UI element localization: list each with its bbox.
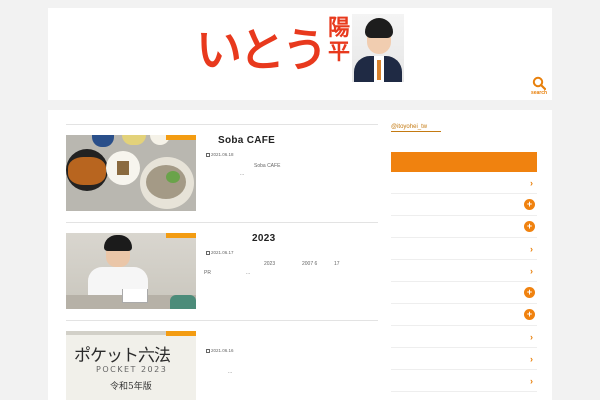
sidebar-menu-item[interactable]: › <box>391 238 537 260</box>
book-edition: 令和5年版 <box>110 382 152 392</box>
twitter-link[interactable]: @itoyohei_tw <box>391 124 441 132</box>
site-header: いとう 陽平 search <box>48 8 552 100</box>
sidebar-menu-item[interactable]: + <box>391 216 537 238</box>
expand-plus-icon[interactable]: + <box>524 309 535 320</box>
chevron-right-icon: › <box>530 266 533 276</box>
expand-plus-icon[interactable]: + <box>524 199 535 210</box>
post-excerpt-a: 2023 <box>264 261 276 267</box>
post-card[interactable]: Soba CAFE 2021.06.18 Soba CAFE ... <box>66 124 378 222</box>
chevron-right-icon: › <box>530 244 533 254</box>
book-subtitle: POCKET 2023 <box>96 365 168 374</box>
post-excerpt-more: ... <box>228 369 233 375</box>
category-tag <box>166 331 196 336</box>
search-button[interactable]: search <box>526 74 552 102</box>
post-title[interactable]: 2023 <box>252 233 275 244</box>
category-tag <box>166 233 196 238</box>
book-title: ポケット六法 <box>74 346 171 366</box>
post-excerpt: Soba CAFE <box>254 163 281 169</box>
expand-plus-icon[interactable]: + <box>524 287 535 298</box>
post-excerpt-more: ... <box>246 270 251 276</box>
post-excerpt-b: 2007 6 <box>302 261 318 267</box>
sidebar-menu-item[interactable]: › <box>391 348 537 370</box>
post-thumbnail[interactable] <box>66 135 196 211</box>
sidebar-menu-header <box>391 152 537 172</box>
logo-kanji: 陽平 <box>328 15 351 65</box>
calendar-icon <box>206 152 210 157</box>
search-icon <box>532 76 546 90</box>
sidebar-menu-item[interactable]: + <box>391 194 537 216</box>
category-tag <box>166 135 196 140</box>
expand-plus-icon[interactable]: + <box>524 221 535 232</box>
sidebar-menu-item[interactable]: › <box>391 172 537 194</box>
post-date: 2021.06.17 <box>206 250 234 255</box>
chevron-right-icon: › <box>530 354 533 364</box>
main-content: Soba CAFE 2021.06.18 Soba CAFE ... 2023 … <box>48 110 552 400</box>
post-thumbnail[interactable]: ポケット六法 POCKET 2023 令和5年版 <box>66 331 196 400</box>
post-thumbnail[interactable] <box>66 233 196 309</box>
logo-portrait <box>352 14 404 82</box>
chevron-right-icon: › <box>530 376 533 386</box>
logo-text: いとう <box>196 23 328 77</box>
post-excerpt-c: 17 <box>334 261 340 267</box>
post-card[interactable]: ポケット六法 POCKET 2023 令和5年版 2021.06.16 ... <box>66 320 378 400</box>
post-excerpt-pr: PR <box>204 270 211 276</box>
post-excerpt-more: ... <box>240 171 245 177</box>
sidebar-menu-item[interactable]: › <box>391 260 537 282</box>
calendar-icon <box>206 348 210 353</box>
post-title[interactable]: Soba CAFE <box>218 135 275 146</box>
sidebar-menu-item[interactable]: › <box>391 370 537 392</box>
sidebar-menu-item[interactable]: + <box>391 282 537 304</box>
chevron-right-icon: › <box>530 178 533 188</box>
sidebar-menu-item[interactable]: + <box>391 304 537 326</box>
sidebar-menu-item[interactable]: › <box>391 326 537 348</box>
search-label: search <box>530 90 548 96</box>
post-date: 2021.06.16 <box>206 348 234 353</box>
site-logo[interactable]: いとう 陽平 <box>196 14 404 82</box>
post-card[interactable]: 2023 2021.06.17 2023 2007 6 17 PR ... <box>66 222 378 320</box>
chevron-right-icon: › <box>530 332 533 342</box>
post-date: 2021.06.18 <box>206 152 234 157</box>
calendar-icon <box>206 250 210 255</box>
